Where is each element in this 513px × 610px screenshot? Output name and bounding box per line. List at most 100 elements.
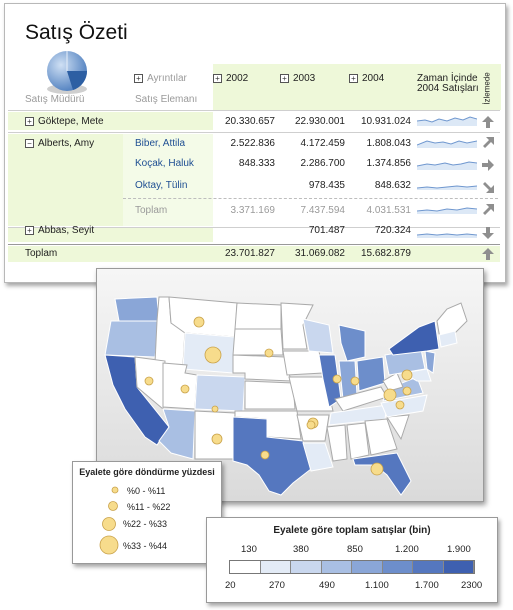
salesperson-link[interactable]: Koçak, Haluk [135, 158, 194, 169]
bubble-legend-marker [111, 486, 119, 494]
bubble-marker [260, 450, 270, 460]
bubble-marker [144, 376, 154, 386]
color-legend-bottom-labels: 20 270 490 1.100 1.700 2300 [225, 580, 485, 592]
color-legend-top-labels: 130 380 850 1.200 1.900 [241, 544, 481, 556]
year-2003-header[interactable]: +2003 [280, 73, 315, 84]
scale-label: 270 [269, 580, 285, 591]
bubble-marker [211, 405, 219, 413]
arrow-down-icon [482, 227, 494, 239]
divider [8, 110, 500, 111]
color-swatch [230, 561, 261, 573]
divider [8, 132, 500, 133]
manager-row-alberts[interactable]: − Alberts, Amy [25, 138, 94, 149]
scale-label: 380 [293, 544, 309, 555]
arrow-right-icon [482, 159, 494, 171]
bubble-marker [370, 462, 384, 476]
color-swatch [291, 561, 322, 573]
year-2004-header[interactable]: +2004 [349, 73, 384, 84]
sparkline [417, 207, 477, 214]
collapse-icon: − [25, 138, 34, 148]
bubble-marker [332, 374, 342, 384]
value-cell: 1.808.043 [366, 138, 412, 149]
bubble-marker [211, 433, 223, 445]
arrow-up-right-icon [483, 137, 494, 148]
sparkline [417, 233, 477, 238]
manager-name: Alberts, Amy [38, 138, 95, 149]
scale-label: 130 [241, 544, 257, 555]
subtotal-label: Toplam [135, 205, 168, 216]
year-2003-label: 2003 [293, 73, 316, 84]
total-cell: 15.682.879 [360, 248, 411, 259]
scale-label: 2300 [461, 580, 483, 591]
scale-label: 1.200 [395, 544, 419, 555]
total-cell: 31.069.082 [294, 248, 345, 259]
year-2002-label: 2002 [226, 73, 249, 84]
value-cell: 3.371.169 [230, 205, 276, 216]
salesperson-header: Satış Elemanı [135, 94, 198, 105]
manager-row-abbas[interactable]: + Abbas, Seyit [25, 225, 94, 236]
scale-label: 490 [319, 580, 335, 591]
color-swatch [321, 561, 352, 573]
bubble-size-legend: Eyalete göre döndürme yüzdesi %0 - %11 %… [72, 461, 222, 564]
scale-label: 1.700 [415, 580, 439, 591]
bubble-marker [401, 369, 413, 381]
value-cell: 978.435 [308, 180, 345, 191]
divider [123, 198, 498, 199]
value-cell: 10.931.024 [360, 116, 411, 127]
manager-header: Satış Müdürü [25, 94, 85, 105]
details-toggle[interactable]: + Ayrıntılar [134, 73, 187, 84]
color-swatch [260, 561, 291, 573]
report-title: Satış Özeti [25, 21, 128, 44]
value-cell: 2.522.836 [230, 138, 276, 149]
bubble-legend-marker [102, 517, 116, 531]
legend-range-label: %0 - %11 [127, 486, 166, 496]
salesperson-link[interactable]: Biber, Attila [135, 138, 185, 149]
sparkline [417, 161, 477, 170]
state-region [388, 320, 440, 356]
state-region [356, 356, 386, 392]
state-region [326, 424, 348, 462]
bubble-marker [193, 316, 205, 328]
arrow-up-icon [482, 248, 494, 260]
tracking-header: İzlemede [483, 70, 497, 110]
state-region [244, 380, 296, 410]
value-cell: 848.632 [374, 180, 411, 191]
color-swatch-bar [229, 560, 475, 574]
sales-summary-report: Satış Özeti Satış Müdürü + Ayrıntılar Sat… [4, 3, 506, 283]
value-cell: 1.374.856 [366, 158, 412, 169]
state-region [194, 374, 246, 412]
year-2002-header[interactable]: +2002 [213, 73, 248, 84]
divider [8, 244, 500, 245]
manager-row-goktepe[interactable]: + Göktepe, Mete [25, 116, 104, 127]
scale-label: 850 [347, 544, 363, 555]
state-region [302, 318, 334, 354]
expand-icon: + [25, 225, 34, 235]
sparkline [417, 116, 477, 126]
color-swatch [413, 561, 444, 573]
bubble-marker [306, 420, 316, 430]
legend-range-label: %11 - %22 [127, 502, 171, 512]
sparkline [417, 140, 477, 148]
legend-range-label: %22 - %33 [123, 519, 168, 529]
legend-range-label: %33 - %44 [123, 541, 168, 551]
bubble-marker [180, 384, 190, 394]
details-label: Ayrıntılar [147, 73, 187, 84]
color-swatch [443, 561, 474, 573]
expand-icon: + [213, 73, 222, 83]
scale-label: 1.900 [447, 544, 471, 555]
trend-header: Zaman İçinde 2004 Satışları [417, 73, 479, 94]
expand-icon: + [349, 73, 358, 83]
total-label: Toplam [25, 248, 58, 259]
arrow-up-right-icon [483, 204, 494, 215]
manager-name: Abbas, Seyit [38, 225, 95, 236]
state-region [338, 324, 366, 362]
state-region [382, 372, 404, 392]
state-region [232, 328, 284, 356]
state-region [158, 408, 196, 460]
bubble-marker [383, 388, 397, 402]
value-cell: 4.172.459 [300, 138, 346, 149]
salesperson-link[interactable]: Oktay, Tülin [135, 180, 187, 191]
bubble-marker [264, 348, 274, 358]
expand-icon: + [134, 73, 143, 83]
bubble-marker [402, 386, 412, 396]
